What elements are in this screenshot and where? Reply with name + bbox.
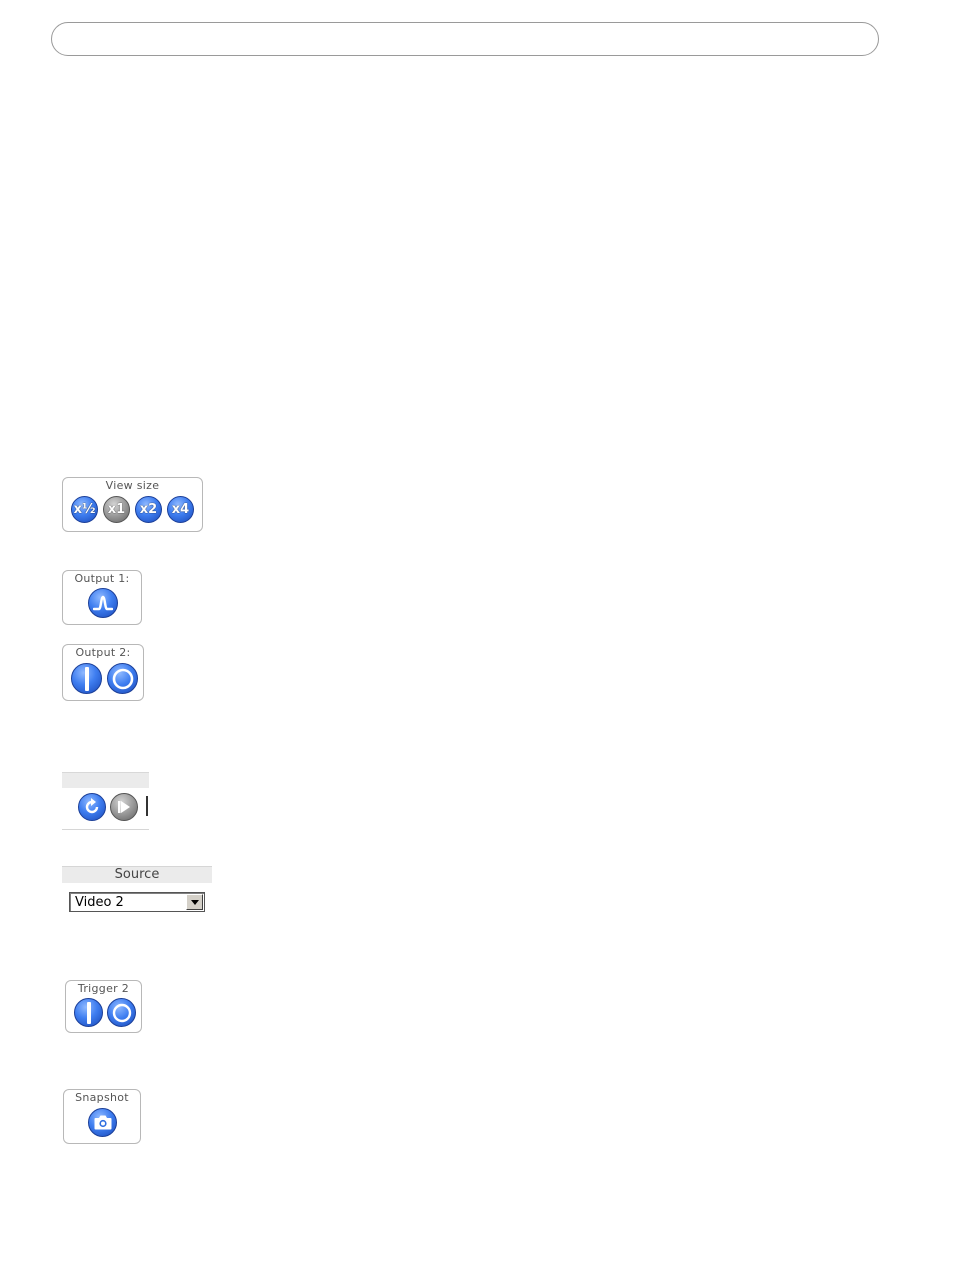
chevron-down-icon[interactable] [186,894,203,910]
on-icon [86,1001,91,1024]
snapshot-label: Snapshot [75,1091,129,1104]
view-size-x4-label: x4 [171,502,190,517]
playback-bar-header [62,772,149,788]
playback-divider [146,796,148,816]
output1-panel: Output 1: [62,570,142,625]
off-icon [112,668,133,689]
view-size-panel: View size x½ x1 x2 x4 [62,477,203,532]
header-bar [51,22,879,56]
trigger-off-button[interactable] [107,998,136,1027]
view-size-x1-button[interactable]: x1 [103,496,130,523]
playback-bar [62,787,149,830]
view-size-x1-label: x1 [107,502,126,517]
output2-panel: Output 2: [62,644,144,701]
view-size-x4-button[interactable]: x4 [167,496,194,523]
pulse-icon [93,595,113,611]
output1-label: Output 1: [74,572,130,585]
play-icon [118,801,130,813]
snapshot-panel: Snapshot [63,1089,141,1144]
output1-pulse-button[interactable] [88,588,118,618]
view-size-x2-label: x2 [139,502,158,517]
trigger-panel: Trigger 2 [65,980,142,1033]
output2-on-button[interactable] [71,663,102,694]
trigger-label: Trigger 2 [77,982,130,995]
snapshot-button[interactable] [88,1108,117,1137]
on-icon [84,666,89,691]
source-selected-value: Video 2 [75,895,124,910]
output2-label: Output 2: [75,646,131,659]
play-button[interactable] [110,793,138,821]
off-icon [112,1003,131,1022]
view-size-half-button[interactable]: x½ [71,496,98,523]
refresh-icon [85,798,99,814]
view-size-x2-button[interactable]: x2 [135,496,162,523]
source-select[interactable]: Video 2 [69,892,205,912]
view-size-label: View size [105,479,160,492]
view-size-half-label: x½ [73,502,96,517]
output2-off-button[interactable] [107,663,138,694]
refresh-button[interactable] [78,793,106,821]
camera-icon [94,1115,111,1130]
source-label: Source [62,866,212,883]
trigger-on-button[interactable] [74,998,103,1027]
